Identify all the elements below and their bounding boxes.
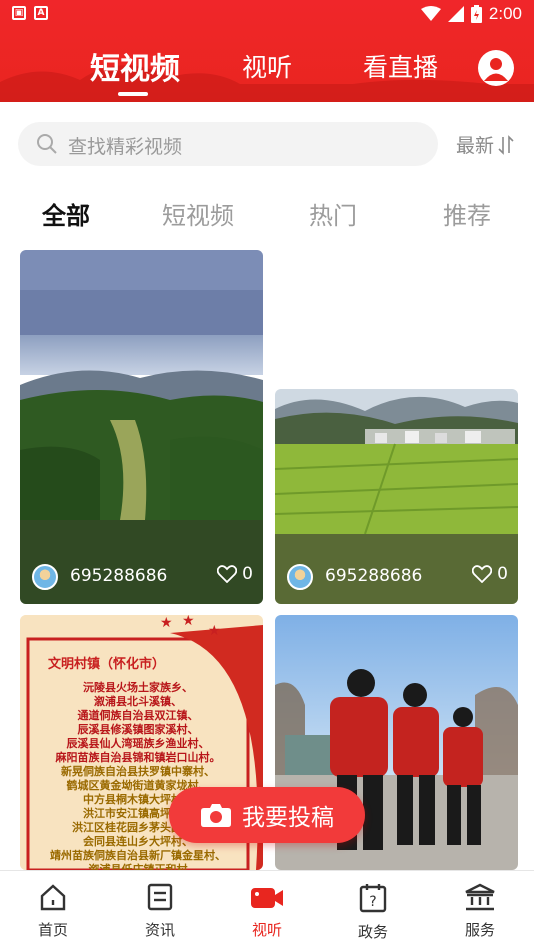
category-hot[interactable]: 热门	[309, 196, 357, 231]
search-placeholder: 查找精彩视频	[68, 136, 183, 158]
notification-a-icon: A	[34, 6, 48, 20]
avatar[interactable]	[32, 564, 58, 590]
username[interactable]: 695288686	[325, 566, 422, 586]
bottom-nav-label: 政务	[357, 923, 388, 941]
search-icon	[37, 134, 57, 154]
video-card[interactable]: 695288686 0	[275, 389, 518, 604]
bottom-nav-home[interactable]: 首页	[13, 883, 93, 940]
bottom-nav-label: 视听	[251, 921, 282, 939]
submit-video-button[interactable]: 我要投稿	[169, 787, 365, 843]
category-short-video[interactable]: 短视频	[162, 196, 234, 231]
like-count: 0	[242, 564, 253, 584]
submit-video-label: 我要投稿	[242, 805, 334, 831]
like-button[interactable]: 0	[472, 564, 508, 584]
sort-label: 最新	[456, 135, 495, 157]
svg-text:★: ★	[208, 623, 221, 639]
tab-audio-visual[interactable]: 视听	[242, 48, 292, 84]
svg-text:?: ?	[369, 894, 376, 910]
clock: 2:00	[488, 4, 522, 23]
active-tab-indicator	[118, 92, 148, 96]
poster-text-line: 靖州苗族侗族自治县新厂镇金星村、	[50, 849, 226, 862]
svg-text:★: ★	[182, 615, 195, 629]
app-header: ▣ A 2:00 短视频 视听 看直播	[0, 0, 534, 102]
svg-text:★: ★	[160, 615, 173, 631]
top-nav: 短视频 视听 看直播	[0, 42, 534, 96]
poster-text-line: 麻阳苗族自治县锦和镇岩口山村。	[55, 751, 221, 764]
camera-icon	[201, 804, 231, 827]
bottom-nav-government[interactable]: ? 政务	[333, 883, 413, 942]
username[interactable]: 695288686	[70, 566, 167, 586]
poster-text-line: 辰溪县仙人湾瑶族乡渔业村、	[66, 737, 210, 750]
video-meta: 695288686 0	[20, 550, 263, 604]
search-input[interactable]: 查找精彩视频	[18, 122, 438, 166]
notification-app-icon: ▣	[12, 6, 26, 20]
home-icon	[40, 884, 66, 911]
wifi-icon	[420, 6, 441, 21]
bottom-nav-news[interactable]: 资讯	[120, 883, 200, 940]
profile-avatar-icon[interactable]	[478, 50, 514, 86]
like-button[interactable]: 0	[217, 564, 253, 584]
sort-arrows-icon	[498, 134, 514, 155]
service-building-icon	[465, 883, 495, 911]
news-icon	[147, 883, 173, 911]
bottom-nav-service[interactable]: 服务	[440, 883, 520, 940]
bottom-nav: 首页 资讯 视听 ? 政务 服务	[0, 870, 534, 950]
heart-icon	[472, 565, 493, 583]
like-count: 0	[497, 564, 508, 584]
battery-icon	[470, 5, 482, 23]
cell-signal-icon	[447, 6, 464, 22]
bottom-nav-label: 服务	[464, 921, 495, 939]
status-bar: ▣ A 2:00	[0, 0, 534, 30]
government-affairs-icon: ?	[359, 884, 387, 913]
video-camera-icon	[251, 888, 283, 908]
bottom-nav-audio-visual[interactable]: 视听	[227, 883, 307, 940]
poster-text-line: 溆浦县北斗溪镇、	[94, 695, 182, 708]
video-card[interactable]: 695288686 0	[20, 250, 263, 604]
tab-live[interactable]: 看直播	[363, 48, 438, 84]
category-tabs: 全部 短视频 热门 推荐	[0, 196, 534, 236]
bottom-nav-label: 首页	[37, 921, 68, 939]
poster-text-line: 沅陵县火场土家族乡、	[83, 681, 193, 694]
poster-text-line: 溆浦县低庄镇正和村	[88, 863, 188, 870]
avatar[interactable]	[287, 564, 313, 590]
heart-icon	[217, 565, 238, 583]
category-all[interactable]: 全部	[42, 196, 90, 231]
category-recommended[interactable]: 推荐	[443, 196, 491, 231]
sort-newest-button[interactable]: 最新	[456, 131, 514, 158]
poster-text-line: 通道侗族自治县双江镇、	[77, 709, 199, 722]
bottom-nav-label: 资讯	[144, 921, 175, 939]
poster-text-line: 辰溪县修溪镇图家溪村、	[77, 723, 199, 736]
video-meta: 695288686 0	[275, 550, 518, 604]
poster-title: 文明村镇（怀化市）	[48, 657, 166, 672]
poster-text-line: 新晃侗族自治县扶罗镇中寨村、	[61, 765, 215, 778]
tab-short-video[interactable]: 短视频	[90, 44, 180, 88]
